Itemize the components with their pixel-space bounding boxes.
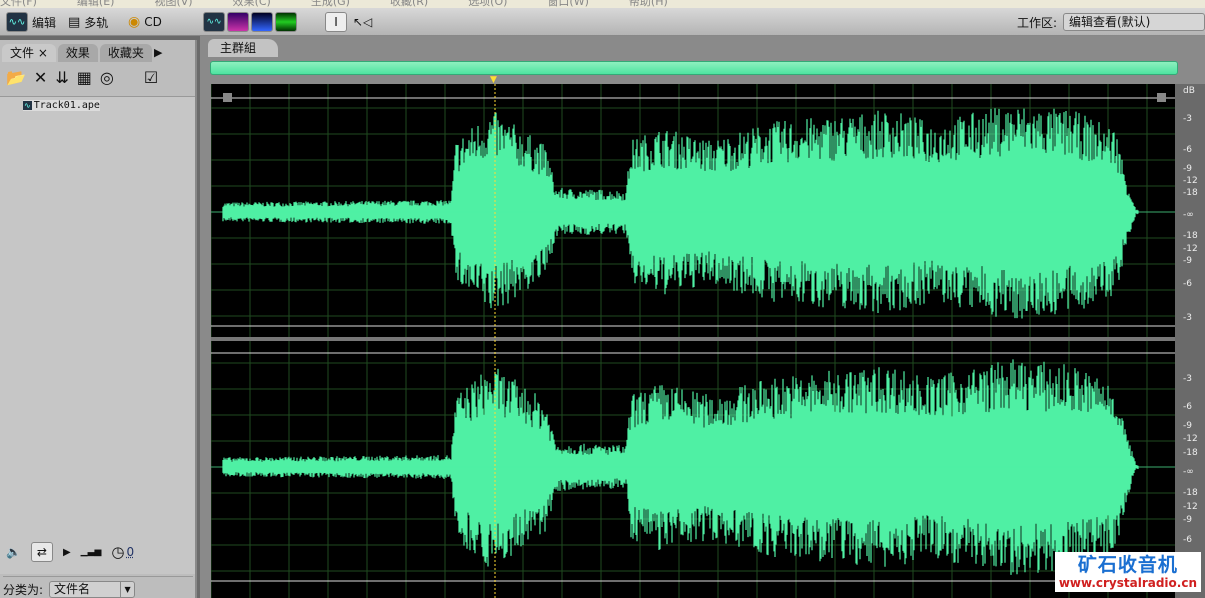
marquee-tool-icon[interactable]: ↖◁: [353, 15, 372, 29]
loop-button[interactable]: ⇄: [30, 542, 53, 562]
sort-select[interactable]: 文件名 ▼: [49, 581, 136, 598]
panel-menu-icon[interactable]: ▶: [154, 44, 162, 62]
editor-panel: 主群組 ▼ dB -3 -6 -9 -12 -18 -∞ -18 -12 -9 -6 -3 -3 -6-…: [200, 36, 1205, 598]
volume-value[interactable]: 0: [127, 545, 135, 559]
menu-help[interactable]: 帮助(H): [629, 0, 668, 8]
autoplay-icon[interactable]: ◎: [100, 68, 114, 87]
db-tick-label: -18: [1183, 231, 1198, 241]
play-button[interactable]: ▶: [63, 547, 71, 558]
menu-file[interactable]: 文件(F): [0, 0, 37, 8]
file-list: ∿ Track01.ape: [0, 96, 195, 574]
workspace-label: 工作区:: [1016, 15, 1057, 30]
spectral-pan-icon[interactable]: [251, 12, 273, 32]
time-selection-tool-icon[interactable]: I: [325, 12, 347, 32]
multitrack-label: 多轨: [84, 15, 109, 30]
watermark-url: www.crystalradio.cn: [1058, 576, 1197, 590]
toolbar: ∿∿ 编辑 ▤ 多轨 ◉ CD ∿∿ I ↖◁ 工作区: 编辑查看(默认): [0, 8, 1205, 36]
db-tick-label: -18: [1183, 188, 1198, 198]
db-tick-label: -9: [1183, 515, 1192, 525]
menu-window[interactable]: 窗口(W): [547, 0, 588, 8]
overview-scrollbar[interactable]: [210, 61, 1178, 75]
open-file-icon[interactable]: 📂: [6, 68, 26, 87]
db-tick-label: -∞: [1183, 467, 1194, 477]
files-panel: 文件 × 效果 收藏夹 ▶ 📂 ✕ ⇊ ▦ ◎ ☑ ∿ Track01.ape …: [0, 40, 197, 598]
menu-edit[interactable]: 编辑(E): [77, 0, 115, 8]
edit-view-label: 编辑: [32, 15, 57, 30]
multitrack-icon: ▤: [68, 14, 81, 30]
waveform-icon: ∿∿: [6, 12, 28, 32]
db-label: dB: [1183, 86, 1195, 96]
list-item[interactable]: ∿ Track01.ape: [23, 100, 100, 111]
menu-bar: 文件(F) 编辑(E) 视图(V) 效果(C) 生成(G) 收藏(R) 选项(O) 窗口(W)…: [0, 0, 1205, 8]
db-tick-label: -6: [1183, 279, 1192, 289]
cd-label: CD: [144, 15, 162, 29]
db-tick-label: -3: [1183, 374, 1192, 384]
edit-view-button[interactable]: ∿∿ 编辑: [6, 11, 56, 33]
volume-bars-icon: ▁▃▅: [80, 547, 102, 557]
db-tick-label: -6: [1183, 535, 1192, 545]
watermark: 矿石收音机 www.crystalradio.cn: [1054, 552, 1201, 592]
db-tick-label: -12: [1183, 176, 1198, 186]
volume-knob[interactable]: ◷: [111, 543, 124, 561]
db-tick-label: -6: [1183, 402, 1192, 412]
insert-into-multitrack-icon[interactable]: ⇊: [55, 68, 68, 87]
tab-main-group[interactable]: 主群組: [208, 39, 278, 57]
sort-label: 分类为:: [3, 583, 44, 597]
audio-file-icon: ∿: [23, 101, 32, 110]
show-options-icon[interactable]: ☑: [144, 68, 158, 87]
db-tick-label: -12: [1183, 434, 1198, 444]
db-tick-label: -9: [1183, 421, 1192, 431]
menu-favorites[interactable]: 收藏(R): [390, 0, 428, 8]
sort-value: 文件名: [54, 582, 91, 596]
db-tick-label: -18: [1183, 448, 1198, 458]
db-tick-label: -6: [1183, 145, 1192, 155]
db-tick-label: -9: [1183, 256, 1192, 266]
close-icon[interactable]: ×: [38, 46, 48, 60]
db-tick-label: -12: [1183, 502, 1198, 512]
db-tick-label: -∞: [1183, 210, 1194, 220]
close-file-icon[interactable]: ✕: [34, 68, 47, 87]
tab-favorites[interactable]: 收藏夹: [99, 44, 152, 62]
watermark-title: 矿石收音机: [1077, 554, 1178, 576]
spectral-phase-icon[interactable]: [275, 12, 297, 32]
db-tick-label: -9: [1183, 164, 1192, 174]
chevron-down-icon[interactable]: ▼: [120, 582, 134, 597]
db-ruler: dB -3 -6 -9 -12 -18 -∞ -18 -12 -9 -6 -3 -3 -6 -9 -12 -1…: [1175, 84, 1205, 598]
menu-effects[interactable]: 效果(C): [233, 0, 271, 8]
menu-view[interactable]: 视图(V): [154, 0, 192, 8]
tab-files-label: 文件: [10, 46, 35, 60]
tab-effects[interactable]: 效果: [57, 44, 98, 62]
db-tick-label: -3: [1183, 114, 1192, 124]
tab-files[interactable]: 文件 ×: [2, 44, 56, 62]
speaker-icon[interactable]: 🔈: [6, 545, 21, 559]
channel-divider: [211, 337, 1175, 341]
db-tick-label: -18: [1183, 488, 1198, 498]
db-tick-label: -3: [1183, 313, 1192, 323]
multitrack-view-button[interactable]: ▤ 多轨: [68, 11, 108, 33]
menu-generate[interactable]: 生成(G): [311, 0, 350, 8]
waveform-display-icon[interactable]: ∿∿: [203, 12, 225, 32]
insert-into-cd-icon[interactable]: ▦: [77, 68, 92, 87]
fade-out-handle: [1157, 93, 1166, 102]
cd-view-button[interactable]: ◉ CD: [128, 11, 162, 33]
fade-in-handle: [223, 93, 232, 102]
db-tick-label: -12: [1183, 244, 1198, 254]
cd-icon: ◉: [128, 14, 141, 30]
workspace-select[interactable]: 编辑查看(默认): [1063, 13, 1205, 31]
menu-options[interactable]: 选项(O): [468, 0, 507, 8]
file-name: Track01.ape: [33, 100, 100, 111]
waveform-display[interactable]: [211, 84, 1175, 598]
spectral-display-icon[interactable]: [227, 12, 249, 32]
